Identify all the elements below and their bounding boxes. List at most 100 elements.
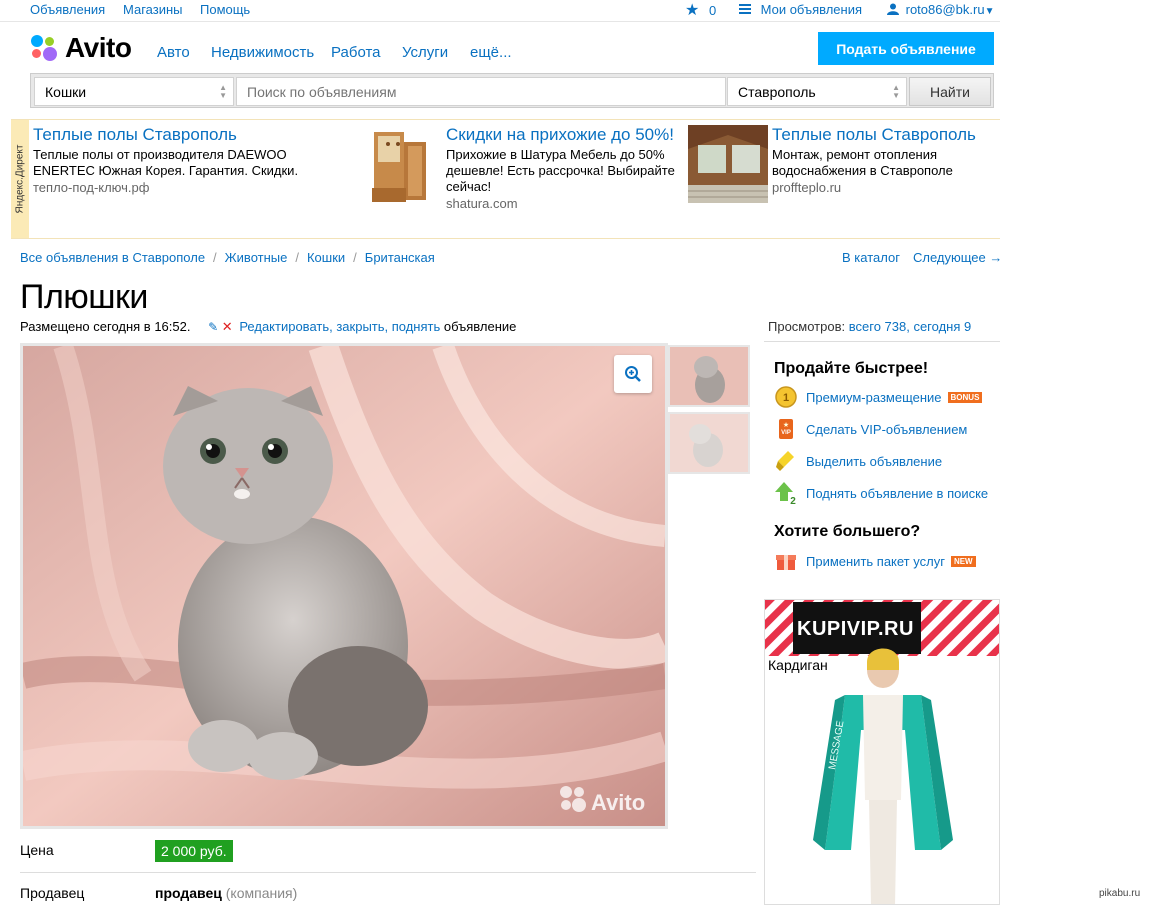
posted-time: Размещено сегодня в 16:52. <box>20 319 191 334</box>
nav-realty[interactable]: Недвижимость <box>211 44 314 61</box>
photo-thumbnail[interactable] <box>668 345 750 407</box>
search-button[interactable]: Найти <box>909 77 991 106</box>
ads-label-text: Яндекс.Директ <box>14 144 26 214</box>
category-value: Кошки <box>45 84 87 100</box>
top-link-ads[interactable]: Объявления <box>30 2 105 17</box>
ad-title[interactable]: Теплые полы Ставрополь <box>33 125 333 145</box>
highlighter-icon <box>776 451 794 471</box>
edit-suffix: объявление <box>443 319 517 334</box>
banner-image: MESSAGE <box>765 600 999 904</box>
post-ad-button[interactable]: Подать объявление <box>818 32 994 65</box>
ad-desc: Прихожие в Шатура Мебель до 50% дешевле!… <box>446 147 675 194</box>
nav-auto[interactable]: Авто <box>157 44 190 61</box>
svg-text:VIP: VIP <box>781 430 791 436</box>
gift-icon <box>776 555 796 570</box>
price-label: Цена <box>20 842 54 858</box>
nav-jobs[interactable]: Работа <box>331 44 381 61</box>
close-icon[interactable]: ✕ <box>222 319 233 334</box>
photo-thumbnail[interactable] <box>668 412 750 474</box>
service-label: Выделить объявление <box>806 453 943 469</box>
city-value: Ставрополь <box>738 84 816 100</box>
service-highlight[interactable]: Выделить объявление <box>774 449 942 473</box>
nav-services[interactable]: Услуги <box>402 44 448 61</box>
sidebar-divider <box>764 341 1000 342</box>
breadcrumb-all[interactable]: Все объявления в Ставрополе <box>20 250 205 265</box>
pencil-icon[interactable]: ✎ <box>208 320 218 334</box>
seller-label: Продавец <box>20 885 85 901</box>
views-counter: Просмотров: всего 738, сегодня 9 <box>768 319 971 334</box>
want-more-heading: Хотите большего? <box>774 523 921 540</box>
banner-caption: Кардиган <box>768 657 828 673</box>
coin-icon: 1 <box>775 386 797 408</box>
ads-label: Яндекс.Директ <box>11 120 29 238</box>
seller-name[interactable]: продавец <box>155 885 222 901</box>
zoom-in-icon <box>625 366 641 382</box>
favorites-count: 0 <box>708 3 717 18</box>
listing-meta: Размещено сегодня в 16:52. ✎ ✕ Редактиро… <box>20 319 516 335</box>
chevron-down-icon: ▼ <box>984 6 995 17</box>
category-select[interactable]: Кошки ▲ ▼ <box>34 77 234 106</box>
city-select[interactable]: Ставрополь ▲ ▼ <box>727 77 907 106</box>
breadcrumb-british[interactable]: Британская <box>365 250 435 265</box>
edit-links[interactable]: Редактировать, закрыть, поднять <box>239 319 440 334</box>
ad-item[interactable]: Скидки на прихожие до 50%! Прихожие в Ша… <box>446 125 686 212</box>
ad-desc: Теплые полы от производителя DAEWOO ENER… <box>33 147 299 178</box>
kitten-photo <box>23 346 665 826</box>
top-link-shops[interactable]: Магазины <box>123 2 183 17</box>
views-label: Просмотров: <box>768 319 846 334</box>
select-arrows-icon: ▲ ▼ <box>892 83 900 100</box>
views-value[interactable]: всего 738, сегодня 9 <box>849 319 971 334</box>
star-icon: ★ <box>685 2 700 19</box>
service-label: Поднять объявление в поиске <box>806 485 989 501</box>
next-link[interactable]: Следующее → <box>913 250 1002 265</box>
logo-dots-icon <box>29 33 59 63</box>
breadcrumb: Все объявления в Ставрополе / Животные / Кош… <box>20 250 435 265</box>
search-bar: Кошки ▲▼ Ставрополь ▲▼ Найти <box>30 73 994 108</box>
service-package[interactable]: Применить пакет услуг NEW <box>774 549 976 573</box>
pikabu-watermark: pikabu.ru <box>1099 888 1141 899</box>
kupivip-banner[interactable]: MESSAGE KUPIVIP.RU Кардиган <box>764 599 1000 905</box>
ad-url[interactable]: shatura.com <box>446 196 686 212</box>
ad-item[interactable]: Теплые полы Ставрополь Монтаж, ремонт от… <box>772 125 1002 196</box>
svg-text:1: 1 <box>783 392 789 404</box>
nav-more[interactable]: ещё... <box>470 44 512 61</box>
ad-room-image <box>688 125 768 203</box>
watermark-text: Avito <box>591 790 646 815</box>
top-bar: Объявления Магазины Помощь ★ 0 Мои объяв… <box>0 0 1000 22</box>
arrow-up-icon: 2 <box>775 482 796 505</box>
vip-icon: VIP★ <box>779 419 793 439</box>
user-email: roto86@bk.ru <box>905 2 985 17</box>
ad-item[interactable]: Теплые полы Ставрополь Теплые полы от пр… <box>33 125 333 196</box>
my-ads-link[interactable]: Мои объявления <box>739 2 862 17</box>
page-title: Плюшки <box>20 278 148 316</box>
sell-faster-heading: Продайте быстрее! <box>774 360 929 377</box>
ad-furniture-image <box>372 132 426 202</box>
service-label: Применить пакет услуг <box>806 553 945 569</box>
breadcrumb-cats[interactable]: Кошки <box>307 250 345 265</box>
ad-url[interactable]: proffteplo.ru <box>772 180 1002 196</box>
top-link-help[interactable]: Помощь <box>200 2 250 17</box>
divider <box>20 872 756 873</box>
service-premium[interactable]: 1 Премиум-размещение BONUS <box>774 385 983 409</box>
breadcrumb-animals[interactable]: Животные <box>225 250 288 265</box>
ad-url[interactable]: тепло-под-ключ.рф <box>33 180 333 196</box>
search-input[interactable] <box>236 77 726 106</box>
logo-text: Avito <box>65 32 132 63</box>
ad-title[interactable]: Скидки на прихожие до 50%! <box>446 125 686 145</box>
ad-desc: Монтаж, ремонт отопления водоснабжения в… <box>772 147 953 178</box>
service-vip[interactable]: VIP ★ Сделать VIP-объявлением <box>774 417 967 441</box>
banner-brand: KUPIVIP.RU <box>797 618 914 640</box>
yandex-direct-ads: Яндекс.Директ Теплые полы Ставрополь Теп… <box>11 119 1000 239</box>
ad-title[interactable]: Теплые полы Ставрополь <box>772 125 1002 145</box>
user-menu[interactable]: roto86@bk.ru▼ <box>887 2 995 17</box>
catalog-link[interactable]: В каталог <box>842 250 900 265</box>
user-icon <box>887 3 899 15</box>
favorites-link[interactable]: ★ 0 <box>685 0 716 20</box>
service-raise[interactable]: 2 Поднять объявление в поиске <box>774 481 988 505</box>
avito-logo[interactable]: Avito <box>29 32 132 64</box>
my-ads-label: Мои объявления <box>760 2 863 17</box>
select-arrows-icon: ▲ ▼ <box>219 83 227 100</box>
zoom-button[interactable] <box>614 355 652 393</box>
main-photo[interactable]: Avito <box>20 343 668 829</box>
thumbnail-image <box>670 414 748 472</box>
